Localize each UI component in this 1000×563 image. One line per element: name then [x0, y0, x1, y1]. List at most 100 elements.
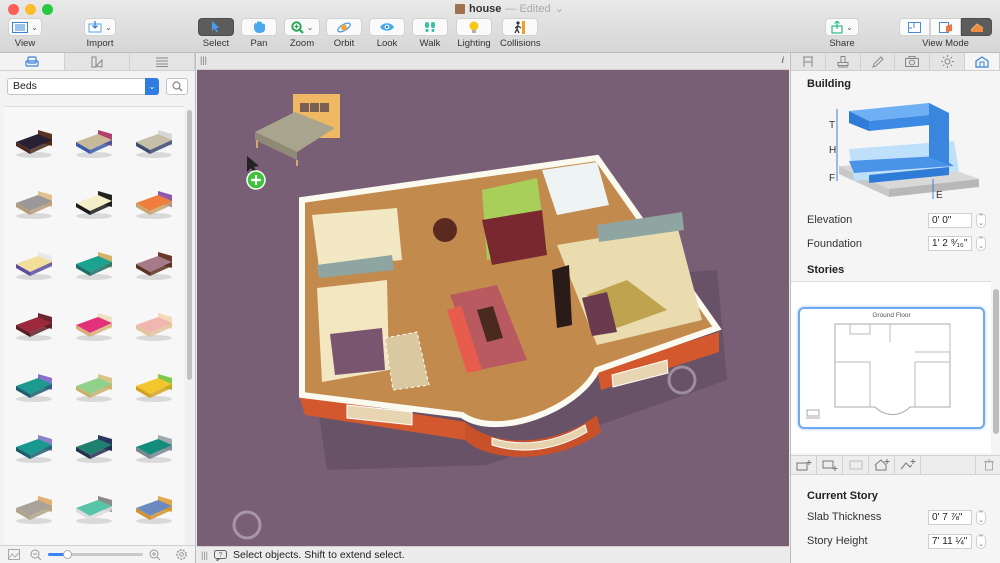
stories-scrollbar-thumb[interactable] [993, 289, 999, 434]
library-item-bed-orange-purple[interactable] [124, 173, 184, 234]
image-icon[interactable] [8, 549, 20, 560]
delete-story-button[interactable] [975, 456, 1000, 474]
chevron-down-icon[interactable]: ⌄ [555, 2, 564, 15]
close-window-button[interactable] [8, 4, 19, 15]
library-item-bed-teal[interactable] [64, 234, 124, 295]
bed-thumbnail-icon [136, 434, 172, 463]
select-tool-item: Select [198, 18, 234, 49]
drag-preview-bed[interactable] [255, 94, 340, 166]
library-item-bed-pink[interactable] [64, 295, 124, 356]
canvas-header: ||| i [197, 53, 789, 70]
tab-pencil[interactable] [861, 53, 896, 70]
elevation-stepper[interactable]: ⌃ ⌄ [976, 213, 986, 228]
library-item-bed-black-cream[interactable] [64, 173, 124, 234]
story-card-ground-floor[interactable]: Ground Floor [798, 307, 985, 429]
tab-stamp[interactable] [826, 53, 861, 70]
bed-thumbnail-icon [16, 190, 52, 219]
tab-building[interactable] [965, 53, 1000, 70]
add-story-below-button[interactable] [817, 456, 843, 474]
library-item-bed-teal-purple[interactable] [4, 356, 64, 417]
tab-materials[interactable] [65, 53, 130, 70]
library-item-bed-grey-pillows[interactable] [124, 112, 184, 173]
resize-handle[interactable]: ||| [201, 550, 208, 560]
import-button[interactable]: ⌄ [84, 18, 116, 36]
share-button[interactable]: ⌄ [825, 18, 859, 36]
pan-tool-button[interactable] [241, 18, 277, 36]
walk-label: Walk [419, 38, 441, 49]
library-item-bed-teal-lavender[interactable] [4, 417, 64, 478]
thumbnail-size-slider[interactable] [48, 550, 143, 559]
library-item-bed-round-aqua[interactable] [64, 478, 124, 539]
library-item-bed-yellow-purple[interactable] [4, 234, 64, 295]
chevron-down-icon: ⌄ [306, 22, 314, 32]
zoom-out-icon[interactable] [30, 549, 42, 561]
tab-sun[interactable] [930, 53, 966, 70]
zoom-tool-button[interactable]: ⌄ [284, 18, 320, 36]
library-item-bed-grey-wood-panel[interactable] [4, 478, 64, 539]
slab-thickness-field[interactable]: 0' 7 ⅞" [928, 510, 972, 525]
library-item-bed-oak-blue[interactable] [124, 478, 184, 539]
view-mode-split-button[interactable] [930, 18, 961, 36]
minimize-window-button[interactable] [25, 4, 36, 15]
zoom-window-button[interactable] [42, 4, 53, 15]
library-item-bed-green-navy[interactable] [64, 417, 124, 478]
library-item-bed-blue-beige[interactable] [64, 112, 124, 173]
foundation-stepper[interactable]: ⌃ ⌄ [976, 236, 986, 251]
library-item-bed-mauve[interactable] [124, 234, 184, 295]
bed-thumbnail-icon [76, 373, 112, 402]
look-tool-button[interactable] [369, 18, 405, 36]
select-label: Select [202, 38, 230, 49]
collisions-tool-item: Collisions [500, 18, 541, 49]
slab-thickness-stepper[interactable]: ⌃ ⌄ [976, 510, 986, 525]
look-label: Look [376, 38, 398, 49]
info-icon[interactable]: i [781, 55, 784, 65]
add-terrain-button[interactable] [895, 456, 921, 474]
resize-handle[interactable]: ||| [200, 55, 207, 65]
tab-camera[interactable] [895, 53, 931, 70]
view-button[interactable]: ⌄ [8, 18, 42, 36]
edited-status[interactable]: — Edited [505, 3, 550, 15]
library-item-bed-teal-iron[interactable] [124, 417, 184, 478]
category-value: Beds [13, 80, 37, 92]
search-button[interactable] [166, 78, 188, 95]
elevation-field[interactable]: 0' 0" [928, 213, 972, 228]
library-item-bed-mint-brass[interactable] [64, 356, 124, 417]
bed-thumbnail-icon [16, 251, 52, 280]
library-item-bed-dark-wood[interactable] [4, 112, 64, 173]
add-roof-button[interactable] [869, 456, 895, 474]
library-item-bed-maroon[interactable] [4, 295, 64, 356]
3d-scene[interactable] [197, 70, 789, 546]
collisions-tool-button[interactable] [502, 18, 539, 36]
gear-icon[interactable] [175, 548, 188, 561]
tab-wall[interactable] [791, 53, 826, 70]
lighting-tool-button[interactable] [456, 18, 492, 36]
library-item-bed-grey-wood[interactable] [4, 173, 64, 234]
sun-icon [940, 55, 954, 68]
view-mode-3d-button[interactable] [961, 18, 992, 36]
library-item-bed-yellow-green[interactable] [124, 356, 184, 417]
select-tool-button[interactable] [198, 18, 234, 36]
library-scrollbar-thumb[interactable] [187, 110, 192, 380]
story-height-stepper[interactable]: ⌃ ⌄ [976, 534, 986, 549]
tab-list[interactable] [130, 53, 195, 70]
slider-knob[interactable] [63, 550, 72, 559]
tab-furniture[interactable] [0, 53, 65, 70]
3d-view-canvas[interactable] [197, 70, 789, 546]
category-dropdown[interactable]: Beds ⌄ [7, 78, 159, 95]
view-toolbar-item: ⌄ View [8, 18, 42, 49]
add-story-above-button[interactable] [791, 456, 817, 474]
foundation-field[interactable]: 1' 2 ⁹⁄₁₆" [928, 236, 972, 251]
view-mode-2d-button[interactable] [899, 18, 930, 36]
walk-tool-button[interactable] [412, 18, 448, 36]
house-model[interactable] [299, 154, 727, 470]
story-height-field[interactable]: 7' 11 ¼" [928, 534, 972, 549]
zoom-in-icon[interactable] [149, 549, 161, 561]
library-item-bed-peach[interactable] [124, 295, 184, 356]
orbit-tool-button[interactable] [326, 18, 362, 36]
library-scrollbar[interactable] [186, 108, 193, 548]
story-button[interactable] [843, 456, 869, 474]
window-title: house — Edited ⌄ [455, 2, 564, 15]
diagram-label-t: T [829, 120, 835, 131]
stories-scrollbar[interactable] [992, 281, 1000, 453]
stories-list: Ground Floor [791, 281, 991, 453]
